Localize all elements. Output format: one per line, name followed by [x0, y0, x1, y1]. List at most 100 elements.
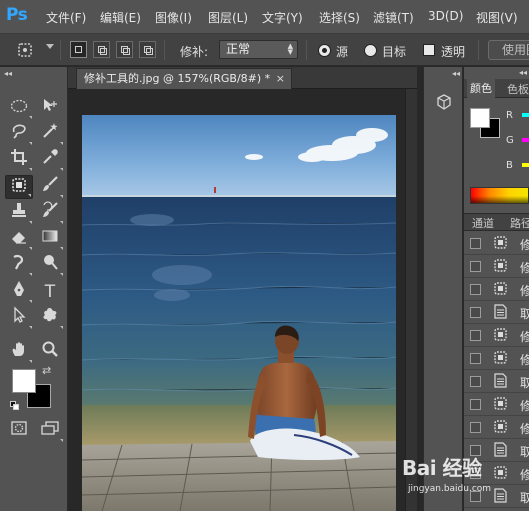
divider [306, 40, 307, 60]
menu-3d[interactable]: 3D(D) [428, 9, 463, 23]
history-source-checkbox[interactable] [470, 261, 481, 272]
history-row[interactable]: 修 [464, 416, 529, 439]
history-row[interactable]: 取 [464, 370, 529, 393]
menu-filter[interactable]: 滤镜(T) [373, 9, 414, 26]
new-selection-button[interactable] [70, 41, 87, 58]
history-source-checkbox[interactable] [470, 376, 481, 387]
brush-tool-icon[interactable] [36, 175, 64, 199]
marquee-tool-icon[interactable] [5, 96, 33, 120]
use-pattern-button[interactable]: 使用图 [488, 40, 529, 60]
patch-icon [492, 350, 509, 367]
transparent-label: 透明 [441, 45, 466, 59]
add-to-selection-button[interactable] [93, 41, 110, 58]
tab-channels[interactable]: 通道 [472, 215, 494, 231]
history-row-label: 修 [520, 261, 529, 275]
collapsed-panel-strip: ◂◂ [423, 67, 463, 511]
green-channel-slider[interactable] [522, 138, 529, 142]
tab-swatches[interactable]: 色板 [507, 81, 529, 97]
source-label: 源 [336, 45, 349, 59]
photoshop-logo: Ps [6, 5, 28, 25]
blue-channel-slider[interactable] [522, 163, 529, 167]
dodge-tool-icon[interactable] [36, 253, 64, 277]
eraser-tool-icon[interactable] [5, 227, 33, 251]
target-radio[interactable] [364, 44, 377, 57]
history-row[interactable]: 修 [464, 324, 529, 347]
history-brush-tool-icon[interactable] [36, 201, 64, 225]
gradient-tool-icon[interactable] [36, 227, 64, 251]
source-radio[interactable] [318, 44, 331, 57]
3d-cube-icon[interactable] [436, 94, 452, 110]
lasso-tool-icon[interactable] [5, 122, 33, 146]
chevron-down-icon[interactable] [46, 44, 54, 49]
document-tab-title: 修补工具的.jpg @ 157%(RGB/8#) * [84, 72, 271, 85]
document-tab[interactable]: 修补工具的.jpg @ 157%(RGB/8#) * × [76, 68, 292, 89]
move-tool-icon[interactable] [36, 96, 64, 120]
history-row[interactable]: 取 [464, 301, 529, 324]
menu-file[interactable]: 文件(F) [46, 9, 86, 26]
crop-tool-icon[interactable] [5, 148, 33, 172]
history-source-checkbox[interactable] [470, 330, 481, 341]
history-source-checkbox[interactable] [470, 307, 481, 318]
color-panel-tabs: 颜色 色板 [464, 79, 529, 98]
swap-colors-icon[interactable]: ⇄ [42, 364, 51, 377]
history-source-checkbox[interactable] [470, 353, 481, 364]
default-colors-icon[interactable] [10, 401, 19, 410]
color-spectrum[interactable] [470, 187, 529, 204]
screen-mode-icon[interactable] [36, 419, 64, 443]
history-row[interactable]: 修 [464, 255, 529, 278]
menu-layer[interactable]: 图层(L) [208, 9, 248, 26]
quick-mask-icon[interactable] [5, 419, 33, 443]
history-row[interactable]: 修 [464, 347, 529, 370]
patch-label: 修补: [180, 45, 209, 59]
clone-stamp-tool-icon[interactable] [5, 201, 33, 225]
collapse-panel-icon[interactable]: ◂◂ [4, 69, 12, 78]
history-row-label: 修 [520, 399, 529, 413]
patch-tool-icon[interactable] [5, 175, 33, 199]
history-source-checkbox[interactable] [470, 238, 481, 249]
color-panel: ◂◂ 颜色 色板 R G B [464, 67, 529, 213]
pen-tool-icon[interactable] [5, 280, 33, 304]
menu-image[interactable]: 图像(I) [155, 9, 192, 26]
history-source-checkbox[interactable] [470, 399, 481, 410]
history-row[interactable]: 修 [464, 232, 529, 255]
beach-photo [82, 115, 396, 511]
menu-select[interactable]: 选择(S) [319, 9, 360, 26]
patch-mode-select[interactable]: 正常 ▲ ▼ [219, 40, 298, 59]
close-icon[interactable]: × [276, 69, 285, 88]
menu-type[interactable]: 文字(Y) [262, 9, 303, 26]
type-tool-icon[interactable]: T [36, 280, 64, 304]
tab-paths[interactable]: 路径 [510, 215, 529, 231]
smudge-tool-icon[interactable] [5, 253, 33, 277]
subtract-from-selection-button[interactable] [116, 41, 133, 58]
eyedropper-tool-icon[interactable] [36, 148, 64, 172]
expand-panel-icon[interactable]: ◂◂ [452, 69, 460, 78]
tab-color[interactable]: 颜色 [467, 79, 495, 98]
history-row-label: 取 [520, 376, 529, 390]
path-selection-tool-icon[interactable] [5, 306, 33, 330]
red-channel-slider[interactable] [522, 113, 529, 117]
green-channel-label: G [506, 135, 514, 146]
zoom-tool-icon[interactable] [36, 340, 64, 364]
document-tab-bar: 修补工具的.jpg @ 157%(RGB/8#) * × [68, 67, 417, 89]
history-row[interactable]: 修 [464, 393, 529, 416]
menu-edit[interactable]: 编辑(E) [100, 9, 141, 26]
transparent-checkbox[interactable] [423, 44, 435, 56]
history-row[interactable]: 修 [464, 278, 529, 301]
patch-tool-preset-icon[interactable] [14, 40, 36, 60]
history-row-label: 修 [520, 422, 529, 436]
foreground-color-swatch[interactable] [470, 108, 490, 128]
watermark-url: jingyan.baidu.com [408, 484, 492, 494]
custom-shape-tool-icon[interactable] [36, 306, 64, 330]
magic-wand-tool-icon[interactable] [36, 122, 64, 146]
intersect-selection-button[interactable] [139, 41, 156, 58]
channels-panel-tabs: 通道 路径 [464, 214, 529, 231]
hand-tool-icon[interactable] [5, 340, 33, 364]
history-source-checkbox[interactable] [470, 284, 481, 295]
collapse-panel-icon[interactable]: ◂◂ [519, 68, 527, 77]
image-canvas[interactable] [82, 115, 396, 511]
history-row-label: 修 [520, 284, 529, 298]
menu-view[interactable]: 视图(V) [476, 9, 518, 26]
select-arrows-icon: ▲ ▼ [287, 42, 293, 56]
foreground-color-swatch[interactable] [12, 369, 36, 393]
history-source-checkbox[interactable] [470, 422, 481, 433]
